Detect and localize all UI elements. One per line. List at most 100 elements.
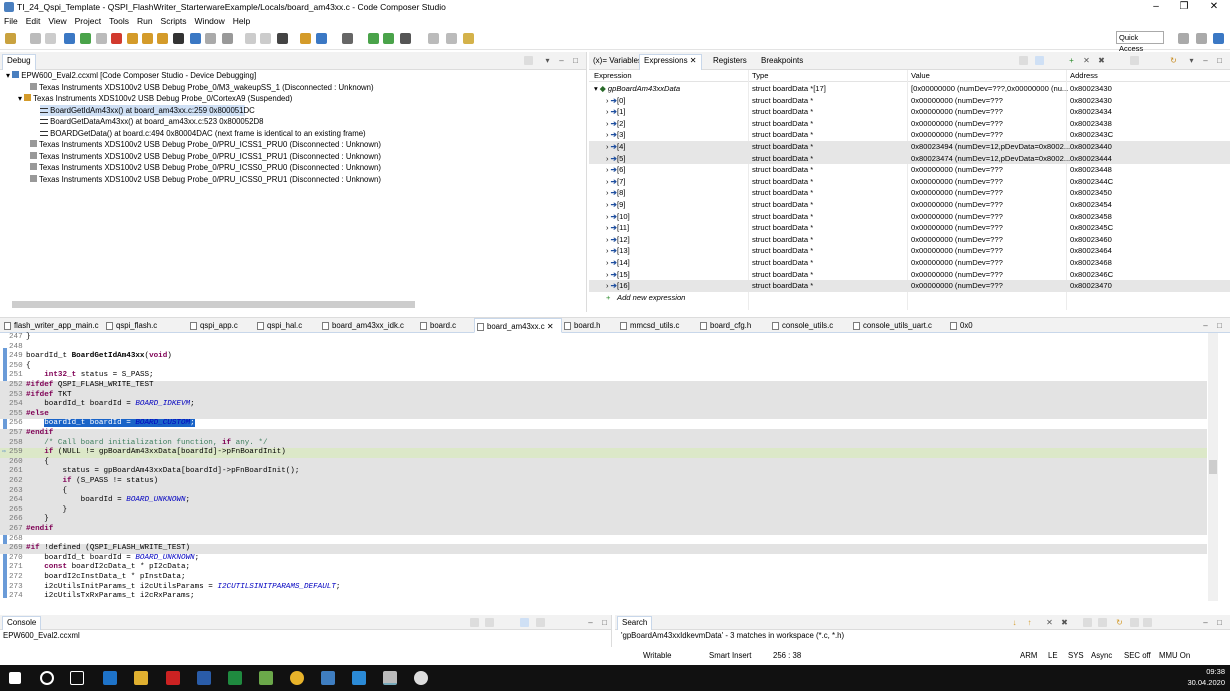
excel-icon[interactable] [228, 671, 242, 685]
suspend-icon[interactable] [96, 33, 107, 44]
pdf-icon[interactable] [166, 671, 180, 685]
debug-launch-icon[interactable] [300, 33, 311, 44]
maximize-pane-icon[interactable]: □ [571, 56, 580, 65]
view-menu-icon[interactable]: ▾ [1187, 56, 1196, 65]
restart-icon[interactable] [205, 33, 216, 44]
minimize-pane-icon[interactable]: – [557, 56, 566, 65]
console-pin-icon[interactable] [520, 618, 529, 627]
notepad-icon[interactable] [259, 671, 273, 685]
tab-board-am43xx[interactable]: board_am43xx.c ✕ [474, 318, 562, 333]
quick-access-input[interactable]: Quick Access [1116, 31, 1164, 53]
col-address[interactable]: Address [1070, 70, 1098, 82]
rerun-search-icon[interactable]: ↻ [1115, 618, 1124, 627]
tab-console-utils[interactable]: console_utils.c [770, 318, 833, 333]
refresh-icon[interactable]: ↻ [1169, 56, 1178, 65]
word-icon[interactable] [197, 671, 211, 685]
view-menu-icon[interactable]: ▾ [543, 56, 552, 65]
app-taskbar-icon[interactable] [414, 671, 428, 685]
code-line[interactable]: 258 /* Call board initialization functio… [0, 438, 1207, 449]
show-type-icon[interactable] [1019, 56, 1028, 65]
layout-icon[interactable] [1035, 56, 1044, 65]
tab-console[interactable]: Console [2, 616, 42, 630]
expression-row[interactable]: › ➔ [5] struct boardData * 0x80023474 (num… [589, 152, 1230, 165]
build-icon[interactable] [277, 33, 288, 44]
code-area[interactable]: 247} 248 249 boardId_t BoardGetIdAm43xx(voi… [0, 333, 1218, 601]
menu-tools[interactable]: Tools [105, 14, 133, 28]
code-line[interactable]: 270 boardId_t boardId = BOARD_UNKNOWN; [0, 554, 1207, 564]
tab-variables[interactable]: (x)= Variables [593, 55, 642, 67]
code-line[interactable]: 253 #ifdef TKT [0, 390, 1207, 401]
tab-board-h[interactable]: board.h [562, 318, 600, 333]
remove-terminated-icon[interactable] [524, 56, 533, 65]
debug-horizontal-scrollbar[interactable] [12, 301, 415, 308]
editor-vertical-scrollbar[interactable] [1208, 333, 1218, 601]
maximize-pane-icon[interactable]: □ [1215, 56, 1224, 65]
code-line[interactable]: 265 } [0, 505, 1207, 516]
search-maximize-icon[interactable]: □ [1215, 618, 1224, 627]
code-line[interactable]: 267 #endif [0, 525, 1207, 535]
col-expression[interactable]: Expression [594, 70, 632, 82]
next-match-icon[interactable]: ↓ [1010, 618, 1019, 627]
expression-row[interactable]: › ➔ [13] struct boardData * 0x00000000 (nu… [589, 245, 1230, 257]
code-line[interactable]: 273 i2cUtilsInitParams_t i2cUtilsParams … [0, 583, 1207, 593]
console-minimize-icon[interactable]: – [586, 618, 595, 627]
expression-row[interactable]: › ➔ [7] struct boardData * 0x00000000 (num… [589, 176, 1230, 188]
tab-breakpoints[interactable]: Breakpoints [761, 55, 803, 67]
tab-mmcsd-utils[interactable]: mmcsd_utils.c [618, 318, 679, 333]
expression-row[interactable]: › ➔ [4] struct boardData * 0x80023494 (num… [589, 141, 1230, 153]
previous-match-icon[interactable]: ↑ [1025, 618, 1034, 627]
expression-row-root[interactable]: ▾ ◆ gpBoardAm43xxData struct boardData *[… [589, 83, 1230, 95]
code-line[interactable]: 250{ [0, 362, 1207, 372]
expression-row[interactable]: › ➔ [2] struct boardData * 0x00000000 (num… [589, 118, 1230, 130]
menu-file[interactable]: File [0, 14, 22, 28]
expression-row[interactable]: › ➔ [3] struct boardData * 0x00000000 (num… [589, 129, 1230, 141]
remove-expression-icon[interactable]: ✕ [1082, 56, 1091, 65]
code-line[interactable]: 264 boardId = BOARD_UNKNOWN; [0, 496, 1207, 506]
collapse-all-icon[interactable] [1098, 618, 1107, 627]
task-view-icon[interactable] [70, 671, 84, 685]
ccs-taskbar-icon[interactable] [383, 671, 397, 685]
maximize-button[interactable]: ❐ [1170, 0, 1198, 14]
search-minimize-icon[interactable]: – [1201, 618, 1210, 627]
step-over-icon[interactable] [142, 33, 153, 44]
new-icon[interactable] [5, 33, 16, 44]
terminate-icon[interactable] [111, 33, 122, 44]
menu-view[interactable]: View [44, 14, 70, 28]
asm-over-icon[interactable] [260, 33, 271, 44]
menu-scripts[interactable]: Scripts [157, 14, 191, 28]
code-line[interactable]: 257 #endif [0, 429, 1207, 439]
resume-icon[interactable] [80, 33, 91, 44]
edge-icon[interactable] [103, 671, 117, 685]
code-line[interactable]: 272 boardI2cInstData_t * pInstData; [0, 573, 1207, 583]
code-line[interactable]: 271 const boardI2cData_t * pI2cData; [0, 563, 1207, 573]
code-line[interactable]: 263 { [0, 486, 1207, 497]
step-into-icon[interactable] [127, 33, 138, 44]
code-line[interactable]: 268 [0, 535, 1207, 545]
tab-expressions[interactable]: Expressions ✕ [639, 54, 702, 70]
menu-help[interactable]: Help [229, 14, 254, 28]
tab-flash-writer-app-main[interactable]: flash_writer_app_main.c [2, 318, 99, 333]
remote-desktop-icon[interactable] [321, 671, 335, 685]
debug-tree-row-selected[interactable]: BoardGetIdAm43xx() at board_am43xx.c:259… [40, 104, 255, 116]
reset-icon[interactable] [222, 33, 233, 44]
chrome-icon[interactable] [290, 671, 304, 685]
perspective-debug-icon[interactable] [1213, 33, 1224, 44]
asm-step-icon[interactable] [245, 33, 256, 44]
col-value[interactable]: Value [911, 70, 930, 82]
code-line[interactable]: 256 boardId_t boardId = BOARD_CUSTOM; [0, 419, 1207, 429]
console-clear-icon[interactable] [470, 618, 479, 627]
debug-tree-row[interactable]: BoardGetDataAm43xx() at board_am43xx.c:5… [40, 116, 263, 128]
terminal-icon[interactable] [428, 33, 439, 44]
search-taskbar-icon[interactable] [40, 671, 54, 685]
debug-tree-row[interactable]: ▾ Texas Instruments XDS100v2 USB Debug P… [18, 93, 292, 105]
col-type[interactable]: Type [752, 70, 768, 82]
tab-board-cfg[interactable]: board_cfg.h [698, 318, 751, 333]
file-explorer-icon[interactable] [134, 671, 148, 685]
code-line[interactable]: 252 #ifdef QSPI_FLASH_WRITE_TEST [0, 381, 1207, 391]
tab-debug[interactable]: Debug [2, 54, 36, 70]
tab-qspi-hal[interactable]: qspi_hal.c [255, 318, 302, 333]
maximize-editor-icon[interactable]: □ [1215, 321, 1224, 330]
expression-row[interactable]: › ➔ [0] struct boardData * 0x00000000 (num… [589, 95, 1230, 107]
expression-row[interactable]: › ➔ [10] struct boardData * 0x00000000 (nu… [589, 211, 1230, 223]
tab-board-am43xx-idk[interactable]: board_am43xx_idk.c [320, 318, 404, 333]
